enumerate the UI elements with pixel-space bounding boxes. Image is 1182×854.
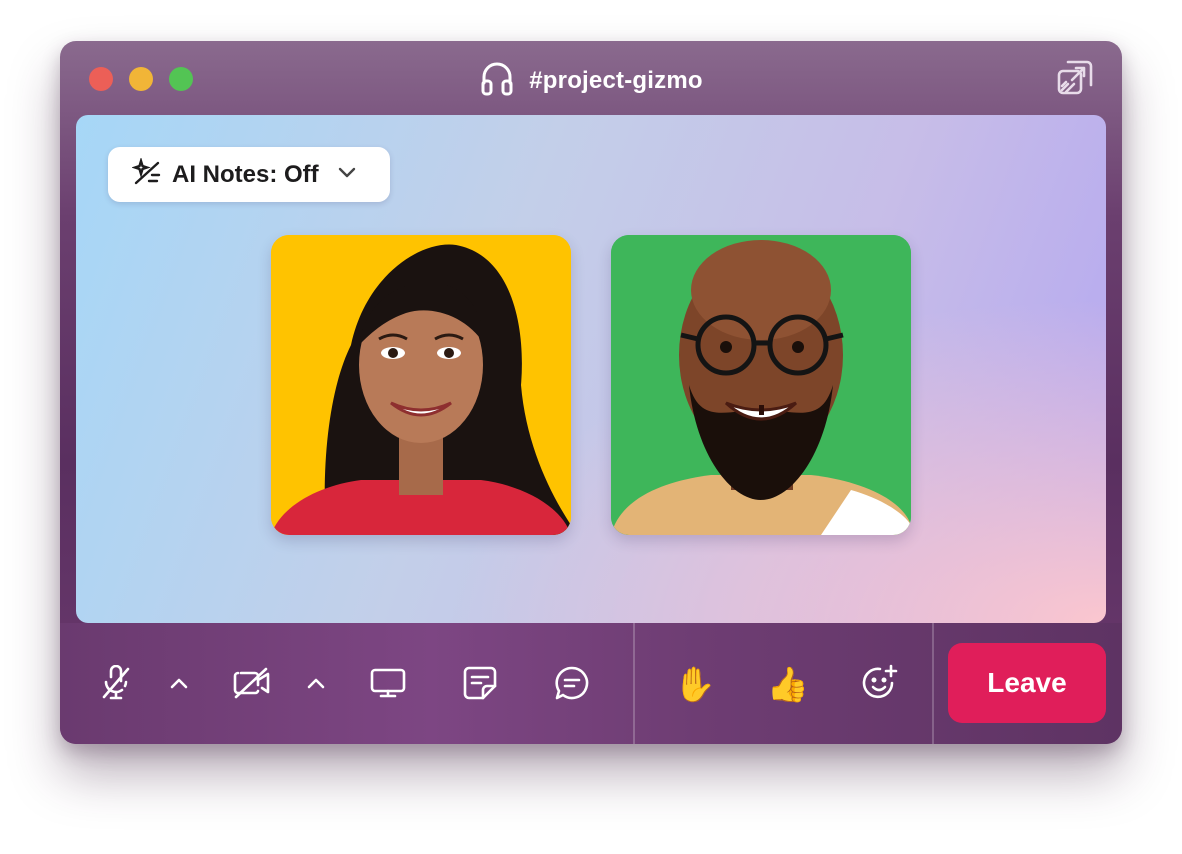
chat-button[interactable] [550, 645, 594, 725]
monitor-icon [370, 667, 406, 704]
chevron-up-icon [169, 676, 189, 695]
participant-avatar [611, 235, 911, 535]
participant-tile[interactable] [271, 235, 571, 535]
mic-options-button[interactable] [164, 645, 194, 725]
add-reaction-button[interactable] [857, 645, 903, 725]
emoji-add-icon [861, 664, 899, 707]
headphones-icon [479, 59, 515, 102]
chevron-up-icon [306, 676, 326, 695]
sparkle-slash-icon [131, 156, 162, 191]
participant-avatar [271, 235, 571, 535]
mute-mic-button[interactable] [94, 645, 138, 725]
camera-options-button[interactable] [301, 645, 331, 725]
chat-icon [554, 665, 590, 706]
toolbar-divider [633, 623, 635, 744]
popout-icon[interactable] [1056, 59, 1094, 97]
toolbar-divider [932, 623, 934, 744]
title-bar: #project-gizmo [60, 41, 1122, 115]
note-icon [463, 666, 497, 705]
participant-tile[interactable] [611, 235, 911, 535]
raised-hand-emoji: ✋ [673, 665, 717, 705]
ai-notes-toggle[interactable]: AI Notes: Off [108, 147, 390, 202]
chevron-down-icon [337, 165, 357, 184]
channel-name: #project-gizmo [529, 66, 703, 94]
call-stage: AI Notes: Off [76, 115, 1106, 623]
video-off-icon [233, 667, 271, 704]
huddle-window: #project-gizmo AI Notes: Off ✋ 👍 Leave [60, 41, 1122, 744]
thumbs-up-button[interactable]: 👍 [765, 645, 811, 725]
notes-button[interactable] [458, 645, 502, 725]
thumbs-up-emoji: 👍 [766, 665, 810, 705]
leave-button[interactable]: Leave [948, 643, 1106, 723]
mic-off-icon [100, 664, 132, 706]
window-title: #project-gizmo [60, 59, 1122, 102]
call-toolbar: ✋ 👍 Leave [60, 623, 1122, 744]
share-screen-button[interactable] [366, 645, 410, 725]
camera-off-button[interactable] [230, 645, 274, 725]
ai-notes-label: AI Notes: Off [172, 160, 319, 188]
raise-hand-button[interactable]: ✋ [672, 645, 718, 725]
